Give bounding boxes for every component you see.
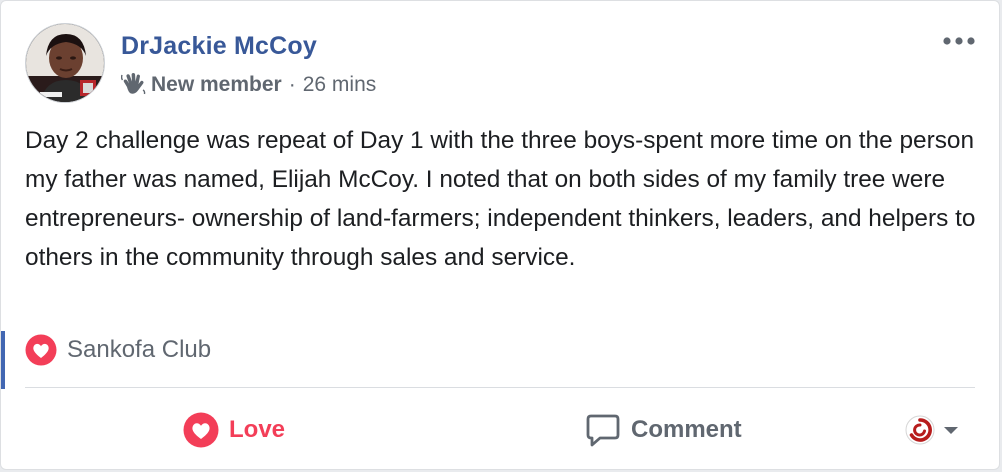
profile-photo-icon xyxy=(26,24,104,102)
post-as-selector[interactable] xyxy=(905,389,961,469)
love-label: Love xyxy=(229,416,286,443)
comment-button[interactable]: Comment xyxy=(585,389,742,469)
more-options-button[interactable] xyxy=(939,29,979,53)
waving-hand-icon xyxy=(120,73,147,97)
group-accent-bar xyxy=(1,331,5,389)
post-header: DrJackie McCoy New member · 26 mins xyxy=(25,23,979,107)
actions-divider xyxy=(25,387,975,388)
member-badge: New member xyxy=(151,73,282,96)
group-link[interactable]: Sankofa Club xyxy=(25,333,211,367)
meta-separator: · xyxy=(288,73,296,96)
love-heart-icon xyxy=(183,412,219,448)
love-button[interactable]: Love xyxy=(183,389,286,469)
post-card: DrJackie McCoy New member · 26 mins Day … xyxy=(0,0,1000,470)
group-name: Sankofa Club xyxy=(67,336,212,363)
action-bar: Love Comment xyxy=(25,389,975,469)
page-avatar-icon xyxy=(905,415,935,445)
caret-down-icon xyxy=(944,427,958,434)
post-timestamp[interactable]: 26 mins xyxy=(303,73,377,97)
comment-label: Comment xyxy=(631,416,742,443)
post-text: Day 2 challenge was repeat of Day 1 with… xyxy=(25,127,976,271)
more-options-icon xyxy=(943,37,975,45)
comment-bubble-icon xyxy=(586,414,620,447)
avatar[interactable] xyxy=(25,23,105,103)
heart-reaction-icon xyxy=(25,334,57,366)
post-meta: New member · 26 mins xyxy=(120,73,377,97)
author-name-link[interactable]: DrJackie McCoy xyxy=(121,32,317,61)
